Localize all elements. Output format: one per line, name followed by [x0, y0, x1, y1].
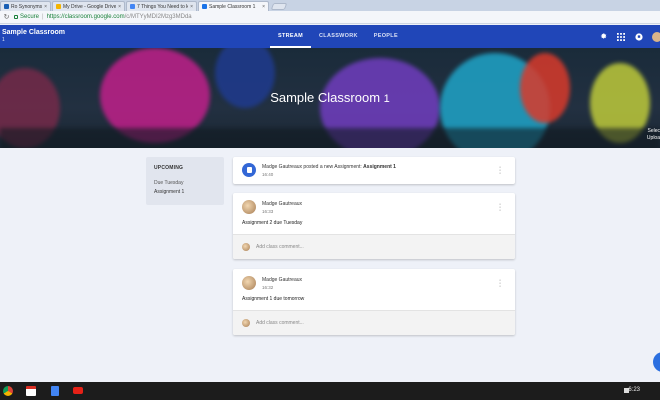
url-separator: | — [42, 14, 44, 20]
banner-note-line: Uploa — [646, 135, 660, 141]
banner-section: 1 — [383, 93, 390, 105]
more-options-icon[interactable]: · · · — [498, 164, 502, 177]
tab-classwork[interactable]: CLASSWORK — [311, 25, 366, 48]
gear-icon[interactable] — [594, 25, 612, 48]
comment-bar: Add class comment... — [233, 234, 515, 259]
author-avatar — [242, 200, 256, 214]
tab-favicon-icon — [4, 4, 9, 9]
lock-icon — [14, 15, 18, 19]
notifications-icon[interactable] — [630, 25, 648, 48]
upcoming-title: UPCOMING — [154, 165, 184, 171]
new-tab-button[interactable] — [270, 3, 288, 10]
assignment-icon — [242, 163, 256, 177]
drive-favicon-icon — [56, 4, 61, 9]
class-name[interactable]: Sample Classroom — [2, 29, 65, 36]
tab-people[interactable]: PEOPLE — [366, 25, 406, 48]
close-tab-icon[interactable]: × — [190, 4, 193, 10]
announcement-assignment: Assignment 1 — [363, 164, 396, 170]
upload-photo-link[interactable]: Selec Uploa — [647, 128, 660, 142]
youtube-icon[interactable] — [73, 387, 83, 394]
post-time: 16:32 — [262, 285, 274, 290]
post-time: 16:33 — [262, 209, 274, 214]
docs-icon[interactable] — [51, 386, 59, 396]
assignment-announcement-card[interactable]: Madge Gautreaux posted a new Assignment:… — [233, 157, 515, 184]
os-shelf: 6:23 — [0, 382, 660, 400]
system-clock[interactable]: 6:23 — [628, 387, 640, 393]
upcoming-assignment-link[interactable]: Assignment 1 — [154, 189, 216, 195]
post-body: Assignment 2 due Tuesday — [242, 220, 303, 226]
docs-favicon-icon — [130, 4, 135, 9]
upcoming-panel: UPCOMING Due Tuesday Assignment 1 — [146, 157, 224, 205]
app-bar: Sample Classroom 1 STREAM CLASSWORK PEOP… — [0, 25, 660, 48]
close-tab-icon[interactable]: × — [44, 4, 47, 10]
reload-icon[interactable]: ↻ — [2, 13, 11, 21]
account-avatar[interactable] — [652, 31, 660, 42]
class-comment-input[interactable]: Add class comment... — [256, 320, 304, 326]
post-body: Assignment 1 due tomorrow — [242, 296, 305, 302]
close-tab-icon[interactable]: × — [118, 4, 121, 10]
tab-label: Sample Classroom 1 — [209, 3, 256, 10]
class-comment-input[interactable]: Add class comment... — [256, 244, 304, 250]
announcement-message: Madge Gautreaux posted a new Assignment: — [262, 164, 364, 170]
browser-tab[interactable]: My Drive - Google Drive × — [52, 1, 125, 11]
browser-tab[interactable]: Ro Synonyms, Spe × — [0, 1, 51, 11]
classroom-favicon-icon — [202, 4, 207, 9]
upcoming-due-label: Due Tuesday — [154, 180, 184, 186]
help-fab-button[interactable] — [653, 352, 660, 372]
tab-label: 7 Things You Need to k — [137, 3, 189, 10]
secure-label: Secure — [20, 14, 40, 20]
address-bar: ↻ Secure | https://classroom.google.com/… — [0, 11, 660, 24]
user-avatar — [242, 319, 250, 327]
url-path: /c/MTYyMDI2Mzg3MDda — [124, 14, 192, 20]
stream-post: Madge Gautreaux 16:33 · · · Assignment 2 d… — [233, 193, 515, 259]
announcement-text: Madge Gautreaux posted a new Assignment:… — [262, 164, 396, 170]
comment-bar: Add class comment... — [233, 310, 515, 335]
stream-post: Madge Gautreaux 16:32 · · · Assignment 1 d… — [233, 269, 515, 335]
class-banner: Sample Classroom 1 Selec Uploa — [0, 48, 660, 148]
author-avatar — [242, 276, 256, 290]
class-section: 1 — [2, 37, 5, 43]
tab-label: My Drive - Google Drive — [63, 3, 117, 10]
chrome-icon[interactable] — [3, 386, 13, 396]
more-options-icon[interactable]: · · · — [498, 201, 502, 214]
browser-tab-strip: Ro Synonyms, Spe × My Drive - Google Dri… — [0, 0, 660, 11]
tab-stream[interactable]: STREAM — [270, 25, 312, 48]
post-author: Madge Gautreaux — [262, 277, 303, 283]
gmail-icon[interactable] — [26, 386, 36, 396]
class-nav-tabs: STREAM CLASSWORK PEOPLE — [270, 25, 406, 48]
banner-class-name: Sample Classroom — [270, 90, 381, 105]
banner-note-line: Selec — [647, 128, 660, 134]
browser-tab[interactable]: 7 Things You Need to k × — [126, 1, 197, 11]
apps-grid-icon[interactable] — [612, 25, 630, 48]
browser-tab-active[interactable]: Sample Classroom 1 × — [198, 1, 269, 11]
post-author: Madge Gautreaux — [262, 201, 303, 207]
close-tab-icon[interactable]: × — [262, 4, 265, 10]
url-field[interactable]: https://classroom.google.com/c/MTYyMDI2M… — [47, 14, 192, 20]
tab-label: Ro Synonyms, Spe — [11, 3, 43, 10]
url-host: https://classroom.google.com — [46, 14, 125, 20]
user-avatar — [242, 243, 250, 251]
more-options-icon[interactable]: · · · — [498, 277, 502, 290]
app-bar-actions — [594, 25, 660, 48]
banner-title: Sample Classroom 1 — [0, 90, 660, 105]
announcement-time: 16:40 — [262, 172, 274, 177]
